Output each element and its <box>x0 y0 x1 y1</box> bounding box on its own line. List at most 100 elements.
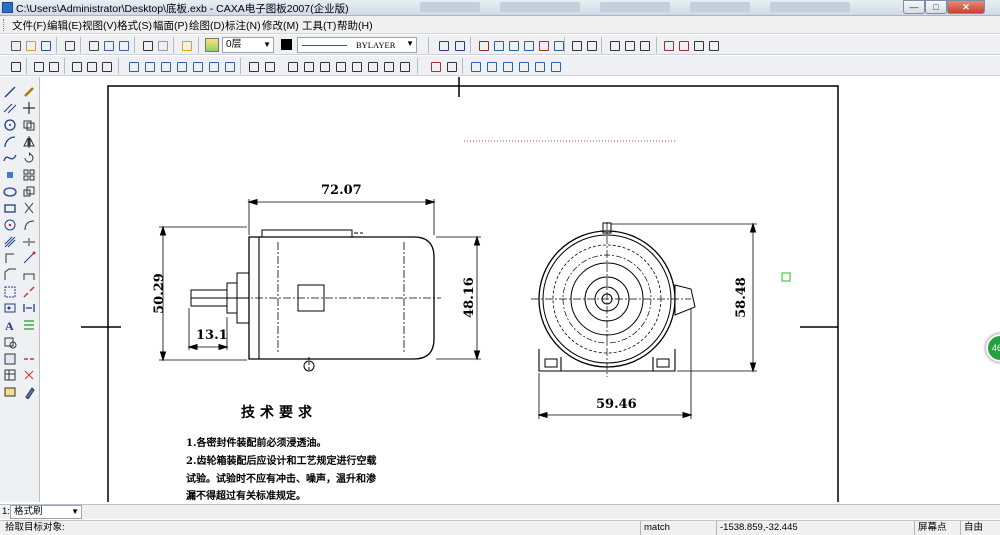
drawing-canvas[interactable]: 72.07 50.29 13.1 48.16 58.48 59.46 技术要求 … <box>41 77 1000 502</box>
line-icon[interactable] <box>3 85 17 99</box>
dimension-icon[interactable] <box>22 318 36 332</box>
close-button[interactable]: ✕ <box>947 0 985 14</box>
grid-snap-icon[interactable] <box>452 38 466 52</box>
image-icon[interactable] <box>521 38 535 52</box>
view-3d-icon[interactable] <box>569 38 583 52</box>
sheet-icon[interactable] <box>31 59 45 73</box>
move-icon[interactable] <box>22 101 36 115</box>
zoom-out-icon[interactable] <box>532 59 546 73</box>
parallel-line-icon[interactable] <box>3 101 17 115</box>
color-swatch[interactable] <box>281 39 292 50</box>
print-icon[interactable] <box>62 38 76 52</box>
layer-icon[interactable] <box>205 38 219 52</box>
table-style-icon[interactable] <box>99 59 113 73</box>
menu-annotate[interactable]: 标注(N) <box>225 18 261 33</box>
roughness-icon[interactable] <box>349 59 363 73</box>
cut-icon[interactable] <box>86 38 100 52</box>
erase-icon[interactable] <box>3 335 17 349</box>
angle-dim-icon[interactable] <box>285 59 299 73</box>
chamfer-icon[interactable] <box>3 268 17 282</box>
cube-icon[interactable] <box>584 38 598 52</box>
redo-icon[interactable] <box>155 38 169 52</box>
open-folder-icon[interactable] <box>23 38 37 52</box>
explode-icon[interactable] <box>506 38 520 52</box>
library-convert-icon[interactable] <box>706 38 720 52</box>
arrow-icon[interactable] <box>174 59 188 73</box>
block-tool-icon[interactable] <box>3 352 17 366</box>
boundary-icon[interactable] <box>3 285 17 299</box>
pencil-icon[interactable] <box>22 85 36 99</box>
trim-icon[interactable] <box>22 201 36 215</box>
image-tool-icon[interactable] <box>3 301 17 315</box>
menu-file[interactable]: 文件(F) <box>12 18 46 33</box>
title-block-icon[interactable] <box>607 38 621 52</box>
leader-icon[interactable] <box>317 59 331 73</box>
menu-modify[interactable]: 修改(M) <box>262 18 299 33</box>
arc-icon[interactable] <box>3 135 17 149</box>
circle-icon[interactable] <box>3 118 17 132</box>
command-select[interactable]: 格式刷 ▼ <box>10 505 82 519</box>
explode-tool-icon[interactable] <box>22 368 36 382</box>
parts-list-icon[interactable] <box>637 38 651 52</box>
text-style-icon[interactable] <box>69 59 83 73</box>
insert-block-icon[interactable] <box>491 38 505 52</box>
block-icon[interactable] <box>476 38 490 52</box>
menu-help[interactable]: 帮助(H) <box>337 18 373 33</box>
datum-icon[interactable] <box>333 59 347 73</box>
center-mark-icon[interactable] <box>222 59 236 73</box>
mirror-icon[interactable] <box>22 135 36 149</box>
attribute-icon[interactable] <box>3 385 17 399</box>
library-icon[interactable] <box>661 38 675 52</box>
status-free[interactable]: 自由 <box>960 521 1000 535</box>
redraw-icon[interactable] <box>468 59 482 73</box>
point-icon[interactable] <box>3 168 17 182</box>
chain-dim-icon[interactable] <box>262 59 276 73</box>
layer-select[interactable]: 0层 ▼ <box>222 37 274 53</box>
frame-icon[interactable] <box>622 38 636 52</box>
scale-icon[interactable] <box>22 185 36 199</box>
rectangle-icon[interactable] <box>3 201 17 215</box>
save-icon[interactable] <box>38 38 52 52</box>
linetype-select[interactable]: BYLAYER ▼ <box>297 37 417 53</box>
stretch-icon[interactable] <box>22 251 36 265</box>
pan-icon[interactable] <box>500 59 514 73</box>
wave-line-icon[interactable] <box>142 59 156 73</box>
text-box-icon[interactable] <box>84 59 98 73</box>
minimize-button[interactable]: — <box>903 0 925 14</box>
array-icon[interactable] <box>22 168 36 182</box>
centerline-icon[interactable] <box>3 251 17 265</box>
curve-icon[interactable] <box>190 59 204 73</box>
undo-icon[interactable] <box>140 38 154 52</box>
section-icon[interactable] <box>397 59 411 73</box>
zoom-in-icon[interactable] <box>516 59 530 73</box>
ellipse-icon[interactable] <box>3 185 17 199</box>
maximize-button[interactable]: □ <box>925 0 947 14</box>
window-frame-icon[interactable] <box>8 59 22 73</box>
library-extract-icon[interactable] <box>676 38 690 52</box>
copy-move-icon[interactable] <box>22 118 36 132</box>
help-icon[interactable] <box>179 38 193 52</box>
distance-icon[interactable] <box>444 59 458 73</box>
hatch-tool-icon[interactable] <box>3 235 17 249</box>
hatch-icon[interactable] <box>536 38 550 52</box>
text-icon[interactable]: A <box>3 318 17 333</box>
polyline-icon[interactable] <box>126 59 140 73</box>
linear-dim-icon[interactable] <box>246 59 260 73</box>
drawing-frame-icon[interactable] <box>46 59 60 73</box>
weld-icon[interactable] <box>365 59 379 73</box>
menu-view[interactable]: 视图(V) <box>82 18 117 33</box>
status-snap[interactable]: 屏幕点 <box>914 521 960 535</box>
break-point-icon[interactable] <box>22 352 36 366</box>
menu-sheet[interactable]: 幅面(P) <box>153 18 188 33</box>
spline-icon[interactable] <box>3 151 17 165</box>
symbol-icon[interactable] <box>551 38 565 52</box>
angle-line-icon[interactable] <box>158 59 172 73</box>
menu-tools[interactable]: 工具(T) <box>302 18 336 33</box>
menu-draw[interactable]: 绘图(D) <box>189 18 225 33</box>
new-file-icon[interactable] <box>8 38 22 52</box>
fillet-icon[interactable] <box>22 268 36 282</box>
table-tool-icon[interactable] <box>3 368 17 382</box>
menu-edit[interactable]: 编辑(E) <box>47 18 82 33</box>
snap-icon[interactable] <box>436 38 450 52</box>
format-brush-icon[interactable] <box>22 385 36 400</box>
